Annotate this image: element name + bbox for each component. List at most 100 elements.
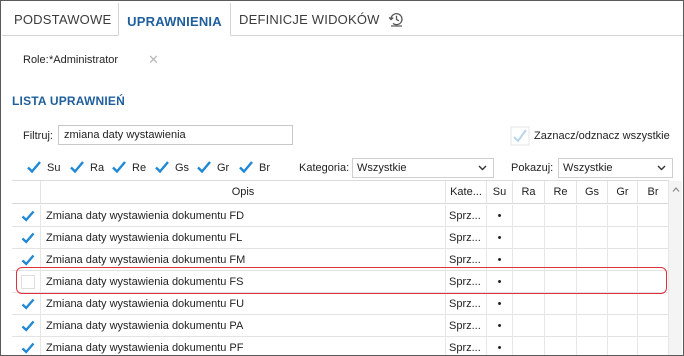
column-header-re[interactable]: Re [545, 181, 577, 204]
cell-empty [638, 293, 669, 315]
row-checkbox-cell [12, 337, 41, 355]
cell-su: • [487, 293, 513, 315]
cell-empty [545, 205, 577, 227]
column-header-br[interactable]: Br [638, 181, 669, 204]
row-checkbox[interactable] [21, 231, 35, 245]
cell-empty [513, 205, 545, 227]
history-icon[interactable] [388, 11, 404, 27]
tab-podstawowe[interactable]: PODSTAWOWE [14, 2, 111, 36]
checkbox-br-label: Br [259, 162, 270, 174]
chevron-up-icon[interactable] [672, 186, 680, 194]
cell-kategoria: Sprz... [446, 315, 487, 337]
checkbox-gs-label: Gs [175, 162, 190, 174]
cell-empty [577, 227, 608, 249]
row-highlight-outline [16, 267, 667, 294]
tab-uprawnienia[interactable]: UPRAWNIENIA [118, 2, 231, 36]
row-checkbox[interactable] [21, 341, 35, 355]
table-row[interactable]: Zmiana daty wystawienia dokumentu FU Sprz… [12, 293, 669, 315]
table-row[interactable]: Zmiana daty wystawienia dokumentu PF Sprz… [12, 337, 669, 355]
row-checkbox-cell [12, 293, 41, 315]
table-row[interactable]: Zmiana daty wystawienia dokumentu PA Sprz… [12, 315, 669, 337]
row-checkbox[interactable] [21, 253, 35, 267]
tab-definicje-widokow[interactable]: DEFINICJE WIDOKÓW [239, 2, 380, 36]
cell-empty [545, 315, 577, 337]
checkbox-gr-label: Gr [217, 162, 230, 174]
row-checkbox[interactable] [21, 209, 35, 223]
cell-empty [638, 227, 669, 249]
checkbox-br[interactable] [239, 160, 253, 174]
cell-empty [638, 337, 669, 355]
column-header-gr[interactable]: Gr [608, 181, 638, 204]
row-checkbox[interactable] [21, 297, 35, 311]
filter-label: Filtruj: [23, 130, 53, 142]
cell-empty [545, 227, 577, 249]
kategoria-label: Kategoria: [299, 162, 350, 174]
cell-empty [577, 205, 608, 227]
header-checkbox-column [12, 181, 41, 204]
row-checkbox-cell [12, 227, 41, 249]
vertical-scrollbar[interactable] [668, 181, 682, 355]
pokazuj-label: Pokazuj: [511, 162, 554, 174]
row-checkbox[interactable] [21, 319, 35, 333]
column-header-ra[interactable]: Ra [513, 181, 545, 204]
column-header-su[interactable]: Su [487, 181, 513, 204]
cell-empty [513, 227, 545, 249]
tab-bar: PODSTAWOWE UPRAWNIENIA DEFINICJE WIDOKÓW [2, 2, 683, 36]
cell-empty [608, 227, 638, 249]
cell-opis: Zmiana daty wystawienia dokumentu FD [41, 205, 446, 227]
cell-empty [638, 205, 669, 227]
cell-opis: Zmiana daty wystawienia dokumentu FL [41, 227, 446, 249]
pokazuj-select[interactable]: Wszystkie [558, 158, 673, 178]
kategoria-value: Wszystkie [357, 162, 407, 174]
cell-empty [608, 337, 638, 355]
close-icon[interactable]: ✕ [148, 52, 159, 68]
kategoria-select[interactable]: Wszystkie [352, 158, 494, 178]
cell-opis: Zmiana daty wystawienia dokumentu PA [41, 315, 446, 337]
checkbox-su-label: Su [47, 162, 61, 174]
cell-empty [638, 315, 669, 337]
role-value: *Administrator [49, 54, 119, 66]
checkbox-re-label: Re [132, 162, 147, 174]
cell-su: • [487, 205, 513, 227]
cell-su: • [487, 337, 513, 355]
cell-empty [513, 337, 545, 355]
table-row[interactable]: Zmiana daty wystawienia dokumentu FL Sprz… [12, 227, 669, 249]
pokazuj-value: Wszystkie [563, 162, 613, 174]
checkbox-gr[interactable] [197, 160, 211, 174]
row-checkbox-cell [12, 315, 41, 337]
cell-empty [577, 315, 608, 337]
cell-empty [608, 315, 638, 337]
cell-kategoria: Sprz... [446, 227, 487, 249]
cell-empty [545, 293, 577, 315]
cell-empty [513, 293, 545, 315]
checkbox-su[interactable] [27, 160, 41, 174]
cell-kategoria: Sprz... [446, 293, 487, 315]
checkbox-ra-label: Ra [90, 162, 105, 174]
cell-empty [545, 337, 577, 355]
toggle-all-label[interactable]: Zaznacz/odznacz wszystkie [534, 130, 670, 142]
cell-empty [577, 337, 608, 355]
permissions-window: PODSTAWOWE UPRAWNIENIA DEFINICJE WIDOKÓW… [0, 0, 684, 356]
cell-opis: Zmiana daty wystawienia dokumentu FU [41, 293, 446, 315]
checkmark-icon[interactable] [510, 126, 530, 146]
table-row[interactable]: Zmiana daty wystawienia dokumentu FD Sprz… [12, 205, 669, 227]
cell-kategoria: Sprz... [446, 205, 487, 227]
chevron-down-icon [478, 165, 487, 171]
cell-empty [513, 315, 545, 337]
checkbox-gs[interactable] [155, 160, 169, 174]
cell-opis: Zmiana daty wystawienia dokumentu PF [41, 337, 446, 355]
cell-empty [577, 293, 608, 315]
cell-kategoria: Sprz... [446, 337, 487, 355]
filter-input[interactable] [58, 125, 293, 145]
cell-su: • [487, 315, 513, 337]
cell-su: • [487, 227, 513, 249]
cell-empty [608, 293, 638, 315]
chevron-down-icon [657, 165, 666, 171]
column-header-opis[interactable]: Opis [41, 181, 446, 204]
cell-empty [608, 205, 638, 227]
column-header-kategoria[interactable]: Kate... [446, 181, 487, 204]
checkbox-ra[interactable] [70, 160, 84, 174]
checkbox-re[interactable] [112, 160, 126, 174]
row-checkbox-cell [12, 205, 41, 227]
column-header-gs[interactable]: Gs [577, 181, 608, 204]
